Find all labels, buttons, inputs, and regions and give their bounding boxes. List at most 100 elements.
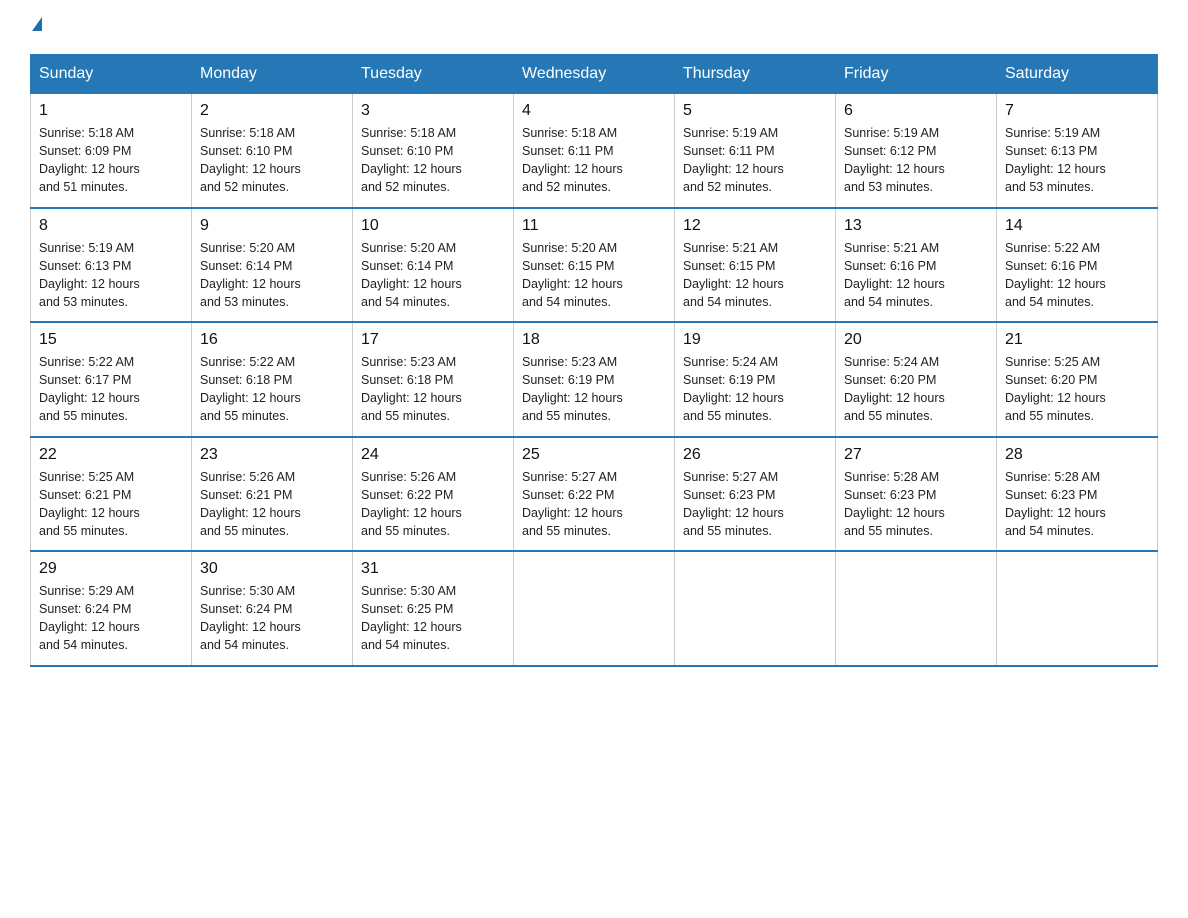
day-number: 16 <box>200 331 344 349</box>
day-number: 5 <box>683 102 827 120</box>
day-number: 20 <box>844 331 988 349</box>
calendar-cell: 4Sunrise: 5:18 AMSunset: 6:11 PMDaylight… <box>514 94 675 208</box>
day-number: 14 <box>1005 217 1149 235</box>
header-monday: Monday <box>192 55 353 94</box>
header-sunday: Sunday <box>31 55 192 94</box>
day-info: Sunrise: 5:22 AMSunset: 6:18 PMDaylight:… <box>200 353 344 426</box>
day-number: 6 <box>844 102 988 120</box>
day-number: 2 <box>200 102 344 120</box>
calendar-cell: 7 Sunrise: 5:19 AMSunset: 6:13 PMDaylight… <box>997 94 1158 208</box>
header-saturday: Saturday <box>997 55 1158 94</box>
calendar-cell <box>997 551 1158 666</box>
header-friday: Friday <box>836 55 997 94</box>
calendar-cell: 19Sunrise: 5:24 AMSunset: 6:19 PMDayligh… <box>675 322 836 437</box>
calendar-cell: 28Sunrise: 5:28 AMSunset: 6:23 PMDayligh… <box>997 437 1158 552</box>
calendar-cell: 26 Sunrise: 5:27 AMSunset: 6:23 PMDayligh… <box>675 437 836 552</box>
day-number: 19 <box>683 331 827 349</box>
calendar-cell: 12 Sunrise: 5:21 AMSunset: 6:15 PMDayligh… <box>675 208 836 323</box>
calendar-cell: 24Sunrise: 5:26 AMSunset: 6:22 PMDayligh… <box>353 437 514 552</box>
calendar-cell: 23 Sunrise: 5:26 AMSunset: 6:21 PMDayligh… <box>192 437 353 552</box>
day-number: 3 <box>361 102 505 120</box>
day-info: Sunrise: 5:18 AMSunset: 6:10 PMDaylight:… <box>361 124 505 197</box>
day-number: 27 <box>844 446 988 464</box>
calendar-cell: 18 Sunrise: 5:23 AMSunset: 6:19 PMDayligh… <box>514 322 675 437</box>
day-number: 15 <box>39 331 183 349</box>
calendar-cell: 29 Sunrise: 5:29 AMSunset: 6:24 PMDayligh… <box>31 551 192 666</box>
day-info: Sunrise: 5:30 AMSunset: 6:25 PMDaylight:… <box>361 582 505 655</box>
day-number: 11 <box>522 217 666 235</box>
week-row-5: 29 Sunrise: 5:29 AMSunset: 6:24 PMDayligh… <box>31 551 1158 666</box>
day-info: Sunrise: 5:23 AMSunset: 6:19 PMDaylight:… <box>522 353 666 426</box>
day-info: Sunrise: 5:20 AMSunset: 6:14 PMDaylight:… <box>361 239 505 312</box>
day-number: 9 <box>200 217 344 235</box>
calendar-cell: 17Sunrise: 5:23 AMSunset: 6:18 PMDayligh… <box>353 322 514 437</box>
calendar-cell: 14Sunrise: 5:22 AMSunset: 6:16 PMDayligh… <box>997 208 1158 323</box>
calendar-cell: 9 Sunrise: 5:20 AMSunset: 6:14 PMDaylight… <box>192 208 353 323</box>
header-tuesday: Tuesday <box>353 55 514 94</box>
day-info: Sunrise: 5:30 AMSunset: 6:24 PMDaylight:… <box>200 582 344 655</box>
header-wednesday: Wednesday <box>514 55 675 94</box>
day-info: Sunrise: 5:21 AMSunset: 6:16 PMDaylight:… <box>844 239 988 312</box>
day-number: 12 <box>683 217 827 235</box>
day-info: Sunrise: 5:29 AMSunset: 6:24 PMDaylight:… <box>39 582 183 655</box>
calendar-cell: 16 Sunrise: 5:22 AMSunset: 6:18 PMDayligh… <box>192 322 353 437</box>
day-number: 29 <box>39 560 183 578</box>
day-number: 31 <box>361 560 505 578</box>
day-number: 18 <box>522 331 666 349</box>
calendar-cell: 22 Sunrise: 5:25 AMSunset: 6:21 PMDayligh… <box>31 437 192 552</box>
day-info: Sunrise: 5:25 AMSunset: 6:20 PMDaylight:… <box>1005 353 1149 426</box>
day-info: Sunrise: 5:21 AMSunset: 6:15 PMDaylight:… <box>683 239 827 312</box>
day-number: 17 <box>361 331 505 349</box>
calendar-cell: 27Sunrise: 5:28 AMSunset: 6:23 PMDayligh… <box>836 437 997 552</box>
day-info: Sunrise: 5:19 AMSunset: 6:13 PMDaylight:… <box>1005 124 1149 197</box>
calendar-cell <box>675 551 836 666</box>
day-number: 22 <box>39 446 183 464</box>
day-info: Sunrise: 5:26 AMSunset: 6:22 PMDaylight:… <box>361 468 505 541</box>
calendar-cell: 30 Sunrise: 5:30 AMSunset: 6:24 PMDayligh… <box>192 551 353 666</box>
calendar-header-row: SundayMondayTuesdayWednesdayThursdayFrid… <box>31 55 1158 94</box>
calendar-cell: 6 Sunrise: 5:19 AMSunset: 6:12 PMDaylight… <box>836 94 997 208</box>
calendar-cell: 20 Sunrise: 5:24 AMSunset: 6:20 PMDayligh… <box>836 322 997 437</box>
day-number: 8 <box>39 217 183 235</box>
logo <box>30 20 42 34</box>
calendar-cell: 3 Sunrise: 5:18 AMSunset: 6:10 PMDaylight… <box>353 94 514 208</box>
day-info: Sunrise: 5:26 AMSunset: 6:21 PMDaylight:… <box>200 468 344 541</box>
day-number: 7 <box>1005 102 1149 120</box>
calendar-cell <box>514 551 675 666</box>
day-info: Sunrise: 5:19 AMSunset: 6:13 PMDaylight:… <box>39 239 183 312</box>
week-row-3: 15 Sunrise: 5:22 AMSunset: 6:17 PMDayligh… <box>31 322 1158 437</box>
day-number: 23 <box>200 446 344 464</box>
day-info: Sunrise: 5:27 AMSunset: 6:23 PMDaylight:… <box>683 468 827 541</box>
calendar-cell: 15 Sunrise: 5:22 AMSunset: 6:17 PMDayligh… <box>31 322 192 437</box>
day-info: Sunrise: 5:27 AMSunset: 6:22 PMDaylight:… <box>522 468 666 541</box>
page-header <box>30 20 1158 34</box>
day-info: Sunrise: 5:19 AMSunset: 6:12 PMDaylight:… <box>844 124 988 197</box>
calendar-cell: 21Sunrise: 5:25 AMSunset: 6:20 PMDayligh… <box>997 322 1158 437</box>
day-info: Sunrise: 5:20 AMSunset: 6:15 PMDaylight:… <box>522 239 666 312</box>
calendar-cell: 8 Sunrise: 5:19 AMSunset: 6:13 PMDaylight… <box>31 208 192 323</box>
logo-triangle-icon <box>32 17 42 31</box>
day-number: 30 <box>200 560 344 578</box>
calendar-cell: 13 Sunrise: 5:21 AMSunset: 6:16 PMDayligh… <box>836 208 997 323</box>
day-number: 28 <box>1005 446 1149 464</box>
day-info: Sunrise: 5:18 AMSunset: 6:09 PMDaylight:… <box>39 124 183 197</box>
day-number: 26 <box>683 446 827 464</box>
calendar-cell: 10Sunrise: 5:20 AMSunset: 6:14 PMDayligh… <box>353 208 514 323</box>
calendar-cell: 31 Sunrise: 5:30 AMSunset: 6:25 PMDayligh… <box>353 551 514 666</box>
calendar-cell: 11 Sunrise: 5:20 AMSunset: 6:15 PMDayligh… <box>514 208 675 323</box>
day-info: Sunrise: 5:18 AMSunset: 6:10 PMDaylight:… <box>200 124 344 197</box>
header-thursday: Thursday <box>675 55 836 94</box>
day-number: 4 <box>522 102 666 120</box>
day-number: 25 <box>522 446 666 464</box>
day-number: 1 <box>39 102 183 120</box>
day-number: 13 <box>844 217 988 235</box>
week-row-2: 8 Sunrise: 5:19 AMSunset: 6:13 PMDaylight… <box>31 208 1158 323</box>
week-row-1: 1 Sunrise: 5:18 AMSunset: 6:09 PMDaylight… <box>31 94 1158 208</box>
calendar-cell: 5Sunrise: 5:19 AMSunset: 6:11 PMDaylight… <box>675 94 836 208</box>
calendar-cell: 2 Sunrise: 5:18 AMSunset: 6:10 PMDaylight… <box>192 94 353 208</box>
day-info: Sunrise: 5:22 AMSunset: 6:17 PMDaylight:… <box>39 353 183 426</box>
calendar-cell: 25 Sunrise: 5:27 AMSunset: 6:22 PMDayligh… <box>514 437 675 552</box>
day-info: Sunrise: 5:25 AMSunset: 6:21 PMDaylight:… <box>39 468 183 541</box>
day-info: Sunrise: 5:20 AMSunset: 6:14 PMDaylight:… <box>200 239 344 312</box>
day-info: Sunrise: 5:24 AMSunset: 6:20 PMDaylight:… <box>844 353 988 426</box>
